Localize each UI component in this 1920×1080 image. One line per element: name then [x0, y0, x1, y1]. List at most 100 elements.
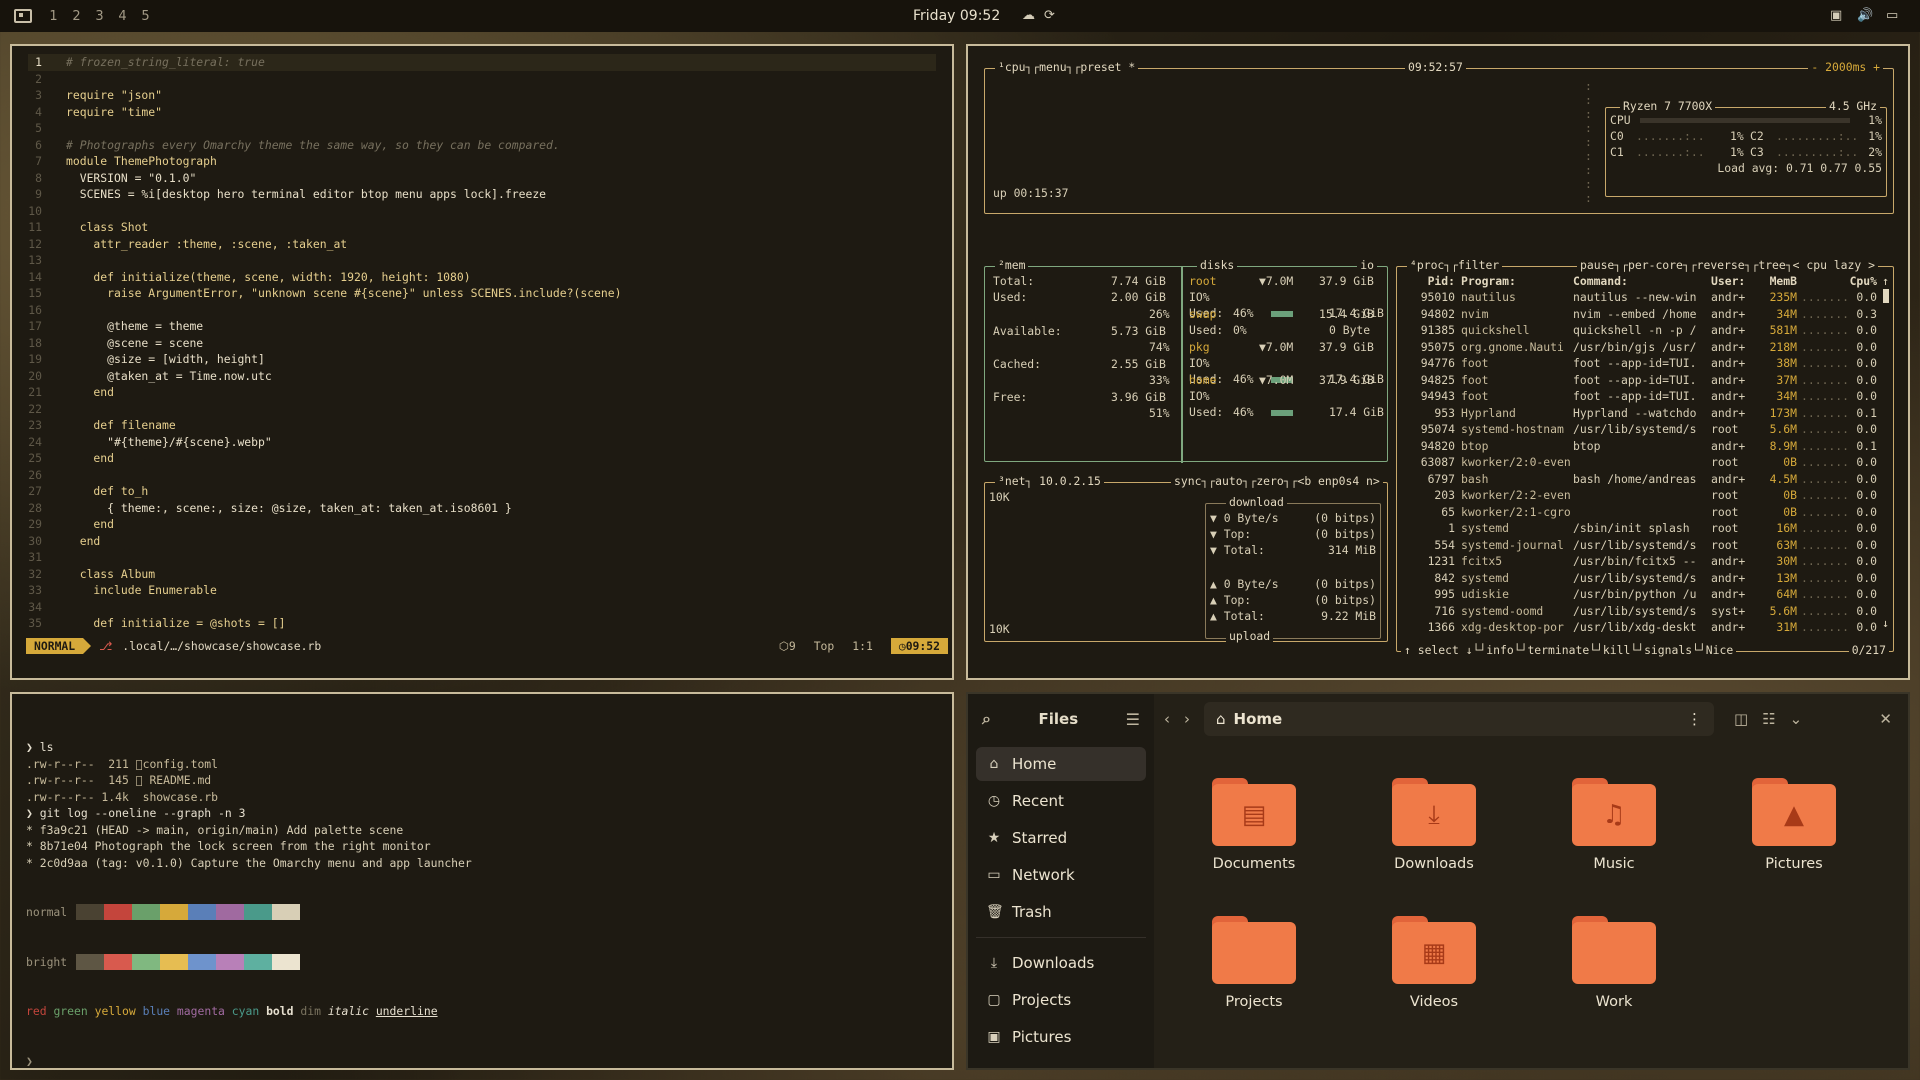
code-line[interactable]: 2 — [28, 71, 936, 88]
chevron-down-icon[interactable]: ⌄ — [1790, 710, 1803, 728]
terminal-window[interactable]: ❯ ls .rw-r--r-- 211 󰈙config.toml .rw-r--r-… — [10, 692, 954, 1070]
code-line[interactable]: 11 class Shot — [28, 219, 936, 236]
code-line[interactable]: 10 — [28, 203, 936, 220]
code-line[interactable]: 16 — [28, 302, 936, 319]
folder-work[interactable]: Work — [1544, 916, 1684, 1010]
code-line[interactable]: 26 — [28, 467, 936, 484]
proc-row[interactable]: 95075 org.gnome.Nauti/usr/bin/gjs /usr/an… — [1397, 339, 1877, 355]
code-area[interactable]: 1 # frozen_string_literal: true 2 3 require … — [28, 54, 936, 632]
proc-row[interactable]: 94776 foot foot --app-id=TUI. andr+ 38M 0.0..… — [1397, 355, 1877, 371]
scrollbar[interactable] — [1883, 289, 1889, 303]
folder-pictures[interactable]: ▲ Pictures — [1724, 778, 1864, 872]
display-icon[interactable]: ▭ — [1886, 8, 1898, 23]
proc-row[interactable]: 95010 nautilus nautilus --new-win andr+ 235M… — [1397, 289, 1877, 305]
proc-row[interactable]: 6797 bash bash /home/andreas andr+ 4.5M 0.0..… — [1397, 471, 1877, 487]
code-line[interactable]: 30 end — [28, 533, 936, 550]
code-line[interactable]: 1 # frozen_string_literal: true — [28, 54, 936, 71]
refresh-icon[interactable]: ⟳ — [1044, 8, 1055, 23]
clock[interactable]: Friday 09:52 — [913, 8, 1000, 24]
search-icon[interactable]: ⌕ — [982, 709, 991, 729]
code-line[interactable]: 20 @taken_at = Time.now.utc — [28, 368, 936, 385]
sidebar-item-recent[interactable]: ◷ Recent — [976, 784, 1146, 818]
list-view-icon[interactable]: ☷ — [1762, 710, 1775, 728]
code-line[interactable]: 24 "#{theme}/#{scene}.webp" — [28, 434, 936, 451]
code-line[interactable]: 17 @theme = theme — [28, 318, 936, 335]
io-toggle[interactable]: io — [1357, 257, 1377, 274]
tray-icon[interactable]: ▣ — [1830, 8, 1842, 23]
proc-header-user[interactable]: User: — [1711, 273, 1745, 290]
code-line[interactable]: 3 require "json" — [28, 87, 936, 104]
folder-projects[interactable]: Projects — [1184, 916, 1324, 1010]
folder-videos[interactable]: ▦ Videos — [1364, 916, 1504, 1010]
code-line[interactable]: 25 end — [28, 450, 936, 467]
scroll-down-icon[interactable]: ↓ — [1882, 615, 1889, 632]
proc-row[interactable]: 842 systemd/usr/lib/systemd/s andr+ 13M 0.0.… — [1397, 570, 1877, 586]
proc-box-title[interactable]: ⁴proc┐┌filter — [1407, 257, 1503, 274]
update-rate[interactable]: - 2000ms + — [1808, 59, 1883, 76]
workspace-5[interactable]: 5 — [134, 9, 157, 24]
workspace-4[interactable]: 4 — [111, 9, 134, 24]
editor-window[interactable]: 1 # frozen_string_literal: true 2 3 require … — [10, 44, 954, 680]
code-line[interactable]: 27 def to_h — [28, 483, 936, 500]
scroll-up-icon[interactable]: ↑ — [1882, 273, 1889, 290]
prompt[interactable]: ❯ — [26, 1053, 938, 1070]
proc-row[interactable]: 203 kworker/2:2-even root 0B 0.0....... — [1397, 487, 1877, 503]
files-window[interactable]: ⌕ Files ☰ ⌂ Home ◷ Recent ★ Starred ▭ Network 🗑 T… — [966, 692, 1910, 1070]
code-line[interactable]: 15 raise ArgumentError, "unknown scene #… — [28, 285, 936, 302]
launcher-icon[interactable] — [14, 9, 32, 23]
code-line[interactable]: 12 attr_reader :theme, :scene, :taken_at — [28, 236, 936, 253]
code-line[interactable]: 32 class Album — [28, 566, 936, 583]
proc-row[interactable]: 94820 btop btop andr+ 8.9M 0.1....... — [1397, 438, 1877, 454]
code-line[interactable]: 28 { theme:, scene:, size: @size, taken_… — [28, 500, 936, 517]
sidebar-item-starred[interactable]: ★ Starred — [976, 821, 1146, 855]
code-line[interactable]: 5 — [28, 120, 936, 137]
sidebar-item-projects[interactable]: ▢ Projects — [976, 983, 1146, 1017]
workspace-3[interactable]: 3 — [88, 9, 111, 24]
more-icon[interactable]: ⋮ — [1687, 710, 1702, 728]
volume-icon[interactable]: 🔊 — [1857, 8, 1873, 23]
screenshot-icon[interactable]: ◫ — [1734, 710, 1748, 728]
proc-row[interactable]: 95074 systemd-hostnam/usr/lib/systemd/s ro… — [1397, 421, 1877, 437]
sidebar-item-trash[interactable]: 🗑 Trash — [976, 895, 1146, 929]
sidebar-item-home[interactable]: ⌂ Home — [976, 747, 1146, 781]
proc-row[interactable]: 94943 foot foot --app-id=TUI. andr+ 34M 0.0..… — [1397, 388, 1877, 404]
proc-row[interactable]: 995 udiskie/usr/bin/python /u andr+ 64M 0.0.… — [1397, 586, 1877, 602]
code-line[interactable]: 31 — [28, 549, 936, 566]
back-icon[interactable]: ‹ — [1164, 710, 1170, 728]
code-line[interactable]: 33 include Enumerable — [28, 582, 936, 599]
proc-options[interactable]: pause┐┌per-core┐┌reverse┐┌tree┐< cpu laz… — [1577, 257, 1878, 274]
code-line[interactable]: 9 SCENES = %i[desktop hero terminal edit… — [28, 186, 936, 203]
path-bar[interactable]: ⌂ Home ⋮ — [1204, 702, 1714, 736]
proc-header-cpu[interactable]: Cpu% — [1847, 273, 1877, 290]
code-line[interactable]: 13 — [28, 252, 936, 269]
close-icon[interactable]: ✕ — [1879, 710, 1892, 728]
proc-header-pid[interactable]: Pid: — [1401, 273, 1455, 290]
folder-documents[interactable]: ▤ Documents — [1184, 778, 1324, 872]
code-line[interactable]: 4 require "time" — [28, 104, 936, 121]
sidebar-item-pictures[interactable]: ▣ Pictures — [976, 1020, 1146, 1054]
proc-row[interactable]: 94825 foot foot --app-id=TUI. andr+ 37M 0.0..… — [1397, 372, 1877, 388]
sidebar-item-downloads[interactable]: ⤓ Downloads — [976, 946, 1146, 980]
code-line[interactable]: 18 @scene = scene — [28, 335, 936, 352]
folder-music[interactable]: ♫ Music — [1544, 778, 1684, 872]
sidebar-item-network[interactable]: ▭ Network — [976, 858, 1146, 892]
code-line[interactable]: 29 end — [28, 516, 936, 533]
proc-row[interactable]: 1366 xdg-desktop-por/usr/lib/xdg-deskt and… — [1397, 619, 1877, 635]
code-line[interactable]: 7 module ThemePhotograph — [28, 153, 936, 170]
proc-header-cmd[interactable]: Command: — [1573, 273, 1628, 290]
proc-row[interactable]: 1231 fcitx5/usr/bin/fcitx5 -- andr+ 30M 0.0.… — [1397, 553, 1877, 569]
proc-row[interactable]: 1 systemd/sbin/init splash root 16M 0.0.....… — [1397, 520, 1877, 536]
proc-header-mem[interactable]: MemB — [1753, 273, 1797, 290]
code-line[interactable]: 19 @size = [width, height] — [28, 351, 936, 368]
proc-footer[interactable]: ↑ select ↓└┘info└┘terminate└┘kill└┘signa… — [1401, 642, 1737, 659]
code-line[interactable]: 14 def initialize(theme, scene, width: 1… — [28, 269, 936, 286]
proc-row[interactable]: 91385 quickshell quickshell -n -p / andr+ 58… — [1397, 322, 1877, 338]
proc-row[interactable]: 716 systemd-oomd/usr/lib/systemd/s syst+ 5.… — [1397, 603, 1877, 619]
menu-icon[interactable]: ☰ — [1126, 710, 1140, 729]
net-options[interactable]: sync┐┌auto┐┌zero┐┌<b enp0s4 n> — [1171, 473, 1383, 490]
proc-row[interactable]: 554 systemd-journal/usr/lib/systemd/s root… — [1397, 537, 1877, 553]
proc-row[interactable]: 63087 kworker/2:0-even root 0B 0.0....... — [1397, 454, 1877, 470]
code-line[interactable]: 8 VERSION = "0.1.0" — [28, 170, 936, 187]
code-line[interactable]: 22 — [28, 401, 936, 418]
code-line[interactable]: 21 end — [28, 384, 936, 401]
